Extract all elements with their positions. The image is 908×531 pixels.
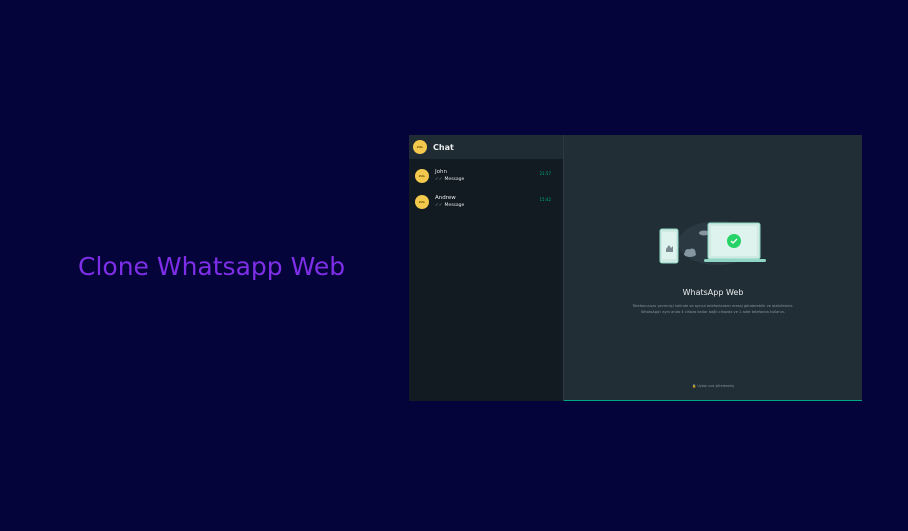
chat-preview-text: Message [444, 177, 465, 182]
profile-avatar[interactable]: ZAL [413, 140, 427, 154]
avatar-label: ZAL [418, 200, 426, 204]
welcome-description: Telefonunuzu çevrimiçi halinde ve ayrıca… [564, 304, 862, 315]
avatar-label: ZAL [416, 145, 424, 149]
encryption-note: 🔒 Uçtan uca şifrelenmiş [692, 384, 734, 388]
avatar-label: ZAL [418, 174, 426, 178]
page: Clone Whatsapp Web ZAL Chat ZAL John ✓✓ [0, 0, 908, 531]
chat-list: ZAL John ✓✓ Message 21:57 ZAL Andrew ✓✓ … [409, 163, 563, 215]
app-screenshot: ZAL Chat ZAL John ✓✓ Message 21:57 ZAL A… [409, 135, 862, 401]
devices-illustration-icon [659, 221, 766, 265]
chat-text: John ✓✓ Message [435, 168, 464, 184]
sidebar-header: ZAL Chat [409, 135, 563, 159]
welcome-title: WhatsApp Web [682, 288, 744, 297]
main-pane: WhatsApp Web Telefonunuzu çevrimiçi hali… [564, 135, 862, 401]
chat-item-john[interactable]: ZAL John ✓✓ Message 21:57 [409, 163, 563, 189]
sidebar-title: Chat [433, 142, 454, 152]
chat-name: John [435, 169, 447, 175]
chat-time: 15:42 [539, 197, 551, 202]
avatar: ZAL [415, 195, 429, 209]
chat-preview: ✓✓ Message [435, 176, 464, 184]
chat-name: Andrew [435, 195, 456, 201]
welcome-description-line: WhatsApp'ı aynı anda 4 cihaza kadar bağl… [640, 309, 786, 314]
chat-item-andrew[interactable]: ZAL Andrew ✓✓ Message 15:42 [409, 189, 563, 215]
sidebar: ZAL Chat ZAL John ✓✓ Message 21:57 ZAL A… [409, 135, 564, 401]
double-check-icon: ✓✓ [435, 177, 443, 182]
chat-text: Andrew ✓✓ Message [435, 194, 464, 210]
chat-preview-text: Message [444, 203, 465, 208]
chat-time: 21:57 [539, 171, 551, 176]
avatar: ZAL [415, 169, 429, 183]
hero-title: Clone Whatsapp Web [78, 252, 346, 281]
double-check-icon: ✓✓ [435, 203, 443, 208]
chat-preview: ✓✓ Message [435, 202, 464, 210]
